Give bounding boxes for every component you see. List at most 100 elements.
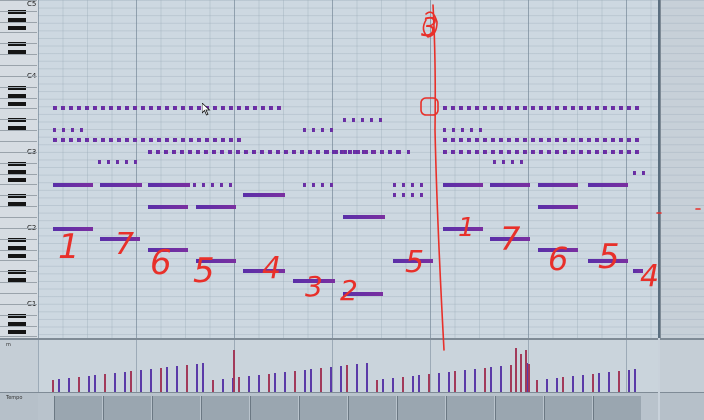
midi-note[interactable] — [312, 183, 315, 187]
velocity-bar[interactable] — [114, 373, 116, 394]
midi-note[interactable] — [165, 106, 169, 110]
midi-note[interactable] — [236, 150, 240, 154]
midi-note[interactable] — [69, 138, 73, 142]
midi-note[interactable] — [133, 106, 137, 110]
velocity-bar[interactable] — [598, 373, 600, 394]
midi-note[interactable] — [330, 128, 333, 132]
midi-note[interactable] — [619, 150, 623, 154]
velocity-bar[interactable] — [490, 367, 492, 394]
midi-note[interactable] — [571, 106, 575, 110]
midi-note[interactable] — [141, 106, 145, 110]
midi-note[interactable] — [380, 150, 383, 154]
midi-note[interactable] — [507, 138, 511, 142]
midi-note[interactable] — [62, 128, 65, 132]
midi-note[interactable] — [220, 150, 224, 154]
midi-note[interactable] — [555, 106, 559, 110]
midi-note[interactable] — [149, 106, 153, 110]
midi-note[interactable] — [193, 183, 196, 187]
midi-note[interactable] — [515, 106, 519, 110]
velocity-bar[interactable] — [346, 365, 348, 394]
velocity-bar[interactable] — [166, 367, 168, 394]
midi-note[interactable] — [93, 106, 97, 110]
velocity-bar[interactable] — [474, 369, 476, 394]
midi-note[interactable] — [515, 150, 519, 154]
midi-note[interactable] — [197, 138, 201, 142]
midi-note[interactable] — [547, 138, 551, 142]
midi-note[interactable] — [531, 150, 535, 154]
midi-note[interactable] — [149, 138, 153, 142]
controller-segment[interactable] — [152, 396, 200, 420]
midi-note[interactable] — [547, 150, 551, 154]
midi-note[interactable] — [635, 138, 639, 142]
midi-note[interactable] — [85, 106, 89, 110]
midi-note[interactable] — [343, 215, 385, 219]
midi-note[interactable] — [125, 106, 129, 110]
midi-note[interactable] — [100, 183, 142, 187]
midi-note[interactable] — [633, 171, 636, 175]
velocity-bar[interactable] — [284, 372, 286, 394]
midi-note[interactable] — [116, 160, 119, 164]
midi-note[interactable] — [125, 138, 129, 142]
velocity-bar[interactable] — [320, 368, 322, 394]
midi-note[interactable] — [276, 150, 280, 154]
midi-note[interactable] — [361, 118, 364, 122]
black-key[interactable] — [8, 254, 26, 258]
midi-note[interactable] — [156, 150, 160, 154]
midi-note[interactable] — [164, 150, 168, 154]
midi-note[interactable] — [77, 106, 81, 110]
velocity-bar[interactable] — [366, 363, 368, 394]
velocity-bar[interactable] — [592, 374, 594, 394]
black-key[interactable] — [8, 26, 26, 30]
controller-segment[interactable] — [348, 396, 396, 420]
midi-note[interactable] — [467, 138, 471, 142]
midi-note[interactable] — [303, 128, 306, 132]
midi-note[interactable] — [588, 183, 628, 187]
controller-segment[interactable] — [54, 396, 102, 420]
midi-note[interactable] — [563, 106, 567, 110]
midi-note[interactable] — [80, 128, 83, 132]
midi-note[interactable] — [229, 183, 232, 187]
midi-note[interactable] — [443, 106, 447, 110]
midi-note[interactable] — [252, 150, 256, 154]
velocity-bar[interactable] — [330, 367, 332, 394]
velocity-bar[interactable] — [294, 371, 296, 394]
midi-note[interactable] — [633, 269, 643, 273]
velocity-bar[interactable] — [484, 368, 486, 394]
midi-note[interactable] — [244, 150, 248, 154]
controller-segment[interactable] — [446, 396, 494, 420]
midi-note[interactable] — [619, 138, 623, 142]
midi-note[interactable] — [53, 128, 56, 132]
midi-note[interactable] — [627, 106, 631, 110]
midi-note[interactable] — [499, 150, 503, 154]
velocity-bar[interactable] — [618, 371, 620, 394]
midi-note[interactable] — [213, 138, 217, 142]
midi-note[interactable] — [452, 128, 455, 132]
midi-note[interactable] — [196, 259, 236, 263]
midi-note[interactable] — [148, 248, 188, 252]
midi-note[interactable] — [595, 106, 599, 110]
midi-note[interactable] — [300, 150, 304, 154]
midi-note[interactable] — [330, 183, 333, 187]
midi-note[interactable] — [303, 183, 306, 187]
velocity-bar[interactable] — [454, 371, 456, 394]
midi-note[interactable] — [523, 150, 527, 154]
midi-note[interactable] — [420, 193, 423, 197]
midi-note[interactable] — [260, 150, 264, 154]
midi-note[interactable] — [491, 150, 495, 154]
midi-note[interactable] — [493, 160, 496, 164]
midi-note[interactable] — [284, 150, 288, 154]
midi-note[interactable] — [157, 138, 161, 142]
midi-note[interactable] — [188, 150, 192, 154]
midi-note[interactable] — [100, 237, 140, 241]
velocity-bar[interactable] — [310, 369, 312, 394]
midi-note[interactable] — [335, 150, 338, 154]
velocity-bar[interactable] — [356, 364, 358, 394]
midi-note[interactable] — [229, 106, 233, 110]
midi-note[interactable] — [228, 150, 232, 154]
velocity-bar[interactable] — [176, 366, 178, 394]
midi-note[interactable] — [173, 138, 177, 142]
midi-note[interactable] — [587, 106, 591, 110]
velocity-bar[interactable] — [464, 370, 466, 394]
midi-note[interactable] — [467, 106, 471, 110]
midi-note[interactable] — [627, 138, 631, 142]
